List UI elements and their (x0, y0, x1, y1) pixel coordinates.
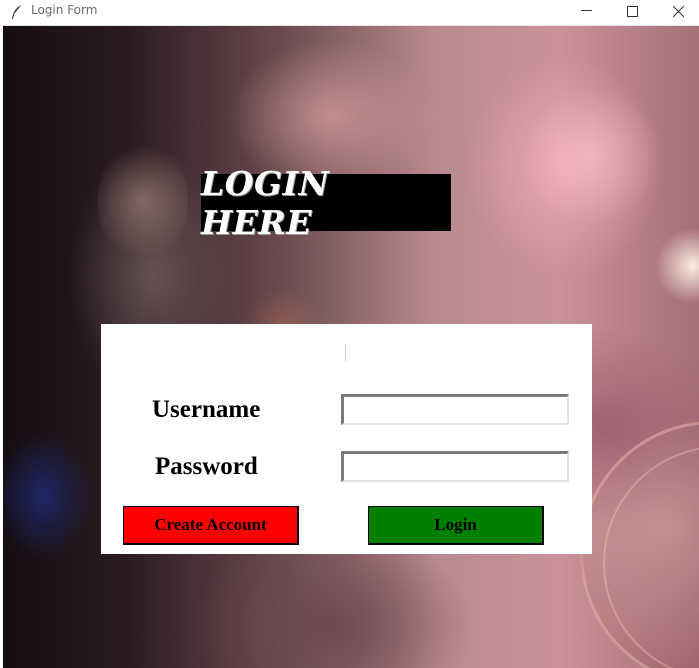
bokeh-light (523, 86, 663, 226)
maximize-button[interactable] (609, 0, 655, 22)
username-input[interactable] (341, 394, 569, 425)
username-label: Username (152, 396, 261, 423)
maximize-icon (626, 5, 638, 17)
password-input[interactable] (341, 451, 569, 482)
login-button[interactable]: Login (368, 506, 544, 545)
login-heading: LOGIN HERE (201, 164, 451, 242)
text-caret (345, 344, 346, 361)
feather-icon (10, 4, 24, 20)
close-icon (672, 5, 684, 17)
window-title: Login Form (31, 3, 98, 17)
minimize-button[interactable] (563, 0, 609, 22)
password-label: Password (155, 453, 258, 480)
close-button[interactable] (655, 0, 699, 22)
login-form-panel: Username Password Create Account Login (101, 324, 592, 554)
minimize-icon (580, 10, 592, 12)
heading-text: LOGIN HERE (201, 163, 330, 242)
create-account-button[interactable]: Create Account (123, 506, 299, 545)
window-titlebar: Login Form (0, 0, 699, 26)
bokeh-light (98, 136, 188, 266)
